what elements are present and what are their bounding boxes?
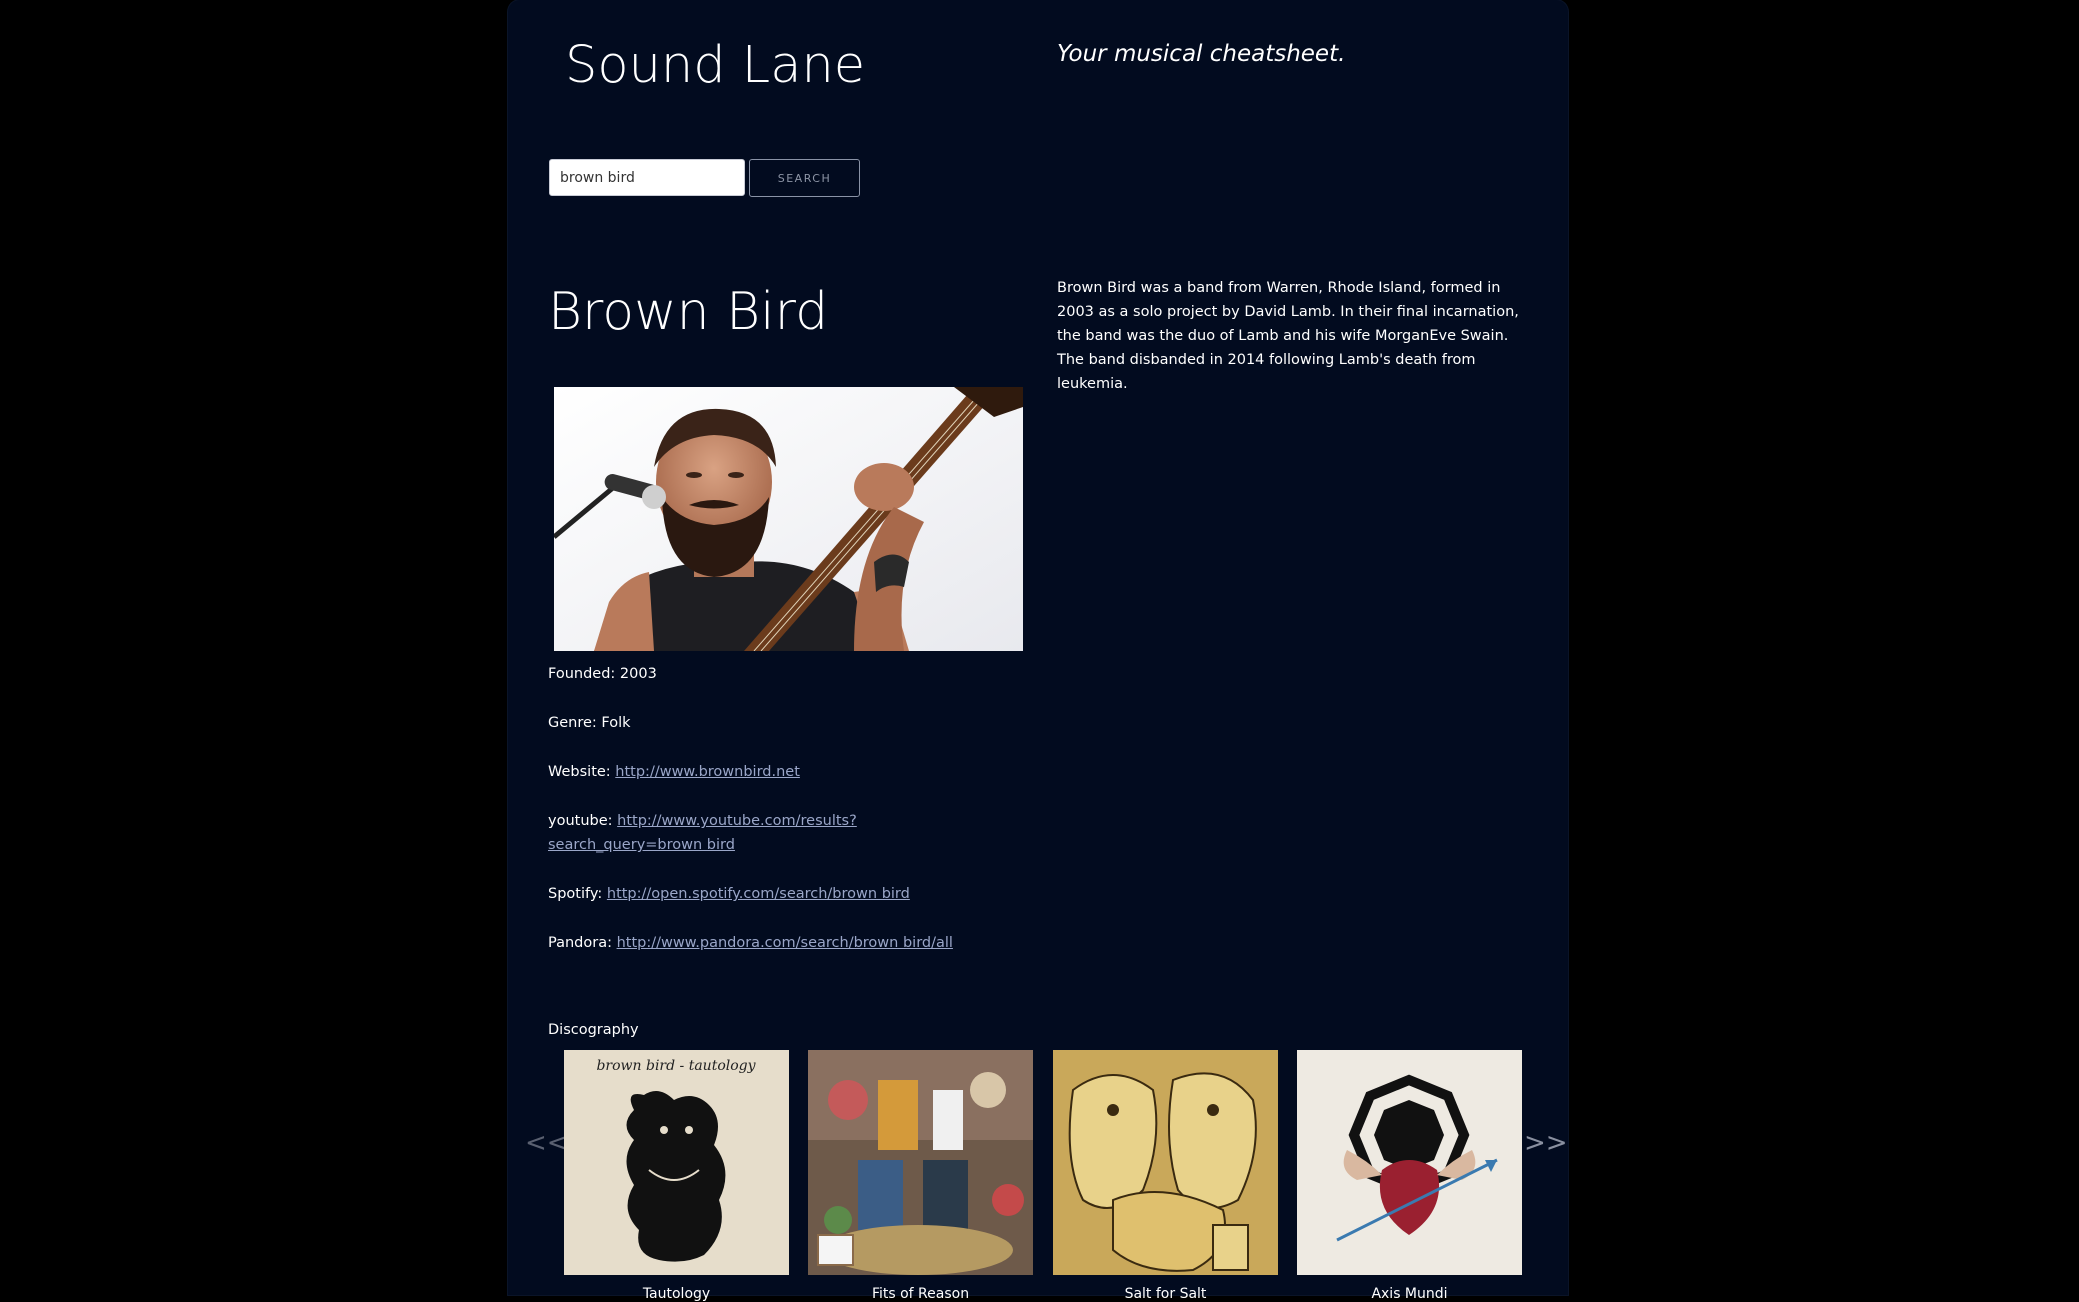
album-cover-axis-mundi[interactable] — [1297, 1050, 1522, 1275]
website-link[interactable]: http://www.brownbird.net — [615, 764, 800, 780]
artist-name: Brown Bird — [548, 282, 829, 342]
spotify-label: Spotify: — [548, 886, 603, 902]
carousel-next-button[interactable]: >> — [1524, 1128, 1568, 1158]
album-title[interactable]: Axis Mundi — [1297, 1286, 1522, 1302]
founded-label: Founded: — [548, 666, 616, 682]
album-cover-art — [808, 1050, 1033, 1275]
youtube-label: youtube: — [548, 813, 613, 829]
pandora-label: Pandora: — [548, 935, 612, 951]
website-row: Website: http://www.brownbird.net — [548, 760, 1008, 784]
album-cover-art: brown bird - tautology — [564, 1050, 789, 1275]
artist-photo-illustration — [554, 387, 1023, 651]
album-cover-fits-of-reason[interactable] — [808, 1050, 1033, 1275]
discography-heading: Discography — [548, 1022, 639, 1038]
album-cover-art — [1053, 1050, 1278, 1275]
youtube-row: youtube: http://www.youtube.com/results?… — [548, 809, 1008, 857]
carousel-prev-button[interactable]: << — [525, 1128, 569, 1158]
main-panel: Sound Lane Your musical cheatsheet. SEAR… — [508, 0, 1568, 1302]
site-title[interactable]: Sound Lane — [565, 36, 865, 95]
artist-photo — [554, 387, 1023, 651]
spotify-row: Spotify: http://open.spotify.com/search/… — [548, 882, 1008, 906]
album-cover-tautology[interactable]: brown bird - tautology — [564, 1050, 789, 1275]
album-cover-art — [1297, 1050, 1522, 1275]
album-title[interactable]: Salt for Salt — [1053, 1286, 1278, 1302]
album-cover-salt-for-salt[interactable] — [1053, 1050, 1278, 1275]
pandora-row: Pandora: http://www.pandora.com/search/b… — [548, 931, 1008, 955]
search-button[interactable]: SEARCH — [749, 159, 860, 197]
pandora-link[interactable]: http://www.pandora.com/search/brown bird… — [617, 935, 953, 951]
founded-value: 2003 — [619, 666, 657, 682]
founded-row: Founded: 2003 — [548, 662, 1008, 686]
search-input[interactable] — [549, 159, 745, 196]
genre-label: Genre: — [548, 715, 597, 731]
album-title[interactable]: Tautology — [564, 1286, 789, 1302]
artist-bio: Brown Bird was a band from Warren, Rhode… — [1057, 280, 1519, 392]
tagline: Your musical cheatsheet. — [1057, 41, 1346, 67]
spotify-link[interactable]: http://open.spotify.com/search/brown bir… — [607, 886, 910, 902]
genre-value: Folk — [601, 715, 631, 731]
genre-row: Genre: Folk — [548, 711, 1008, 735]
album-title[interactable]: Fits of Reason — [808, 1286, 1033, 1302]
website-label: Website: — [548, 764, 611, 780]
album-cover-text: brown bird - tautology — [596, 1058, 756, 1074]
